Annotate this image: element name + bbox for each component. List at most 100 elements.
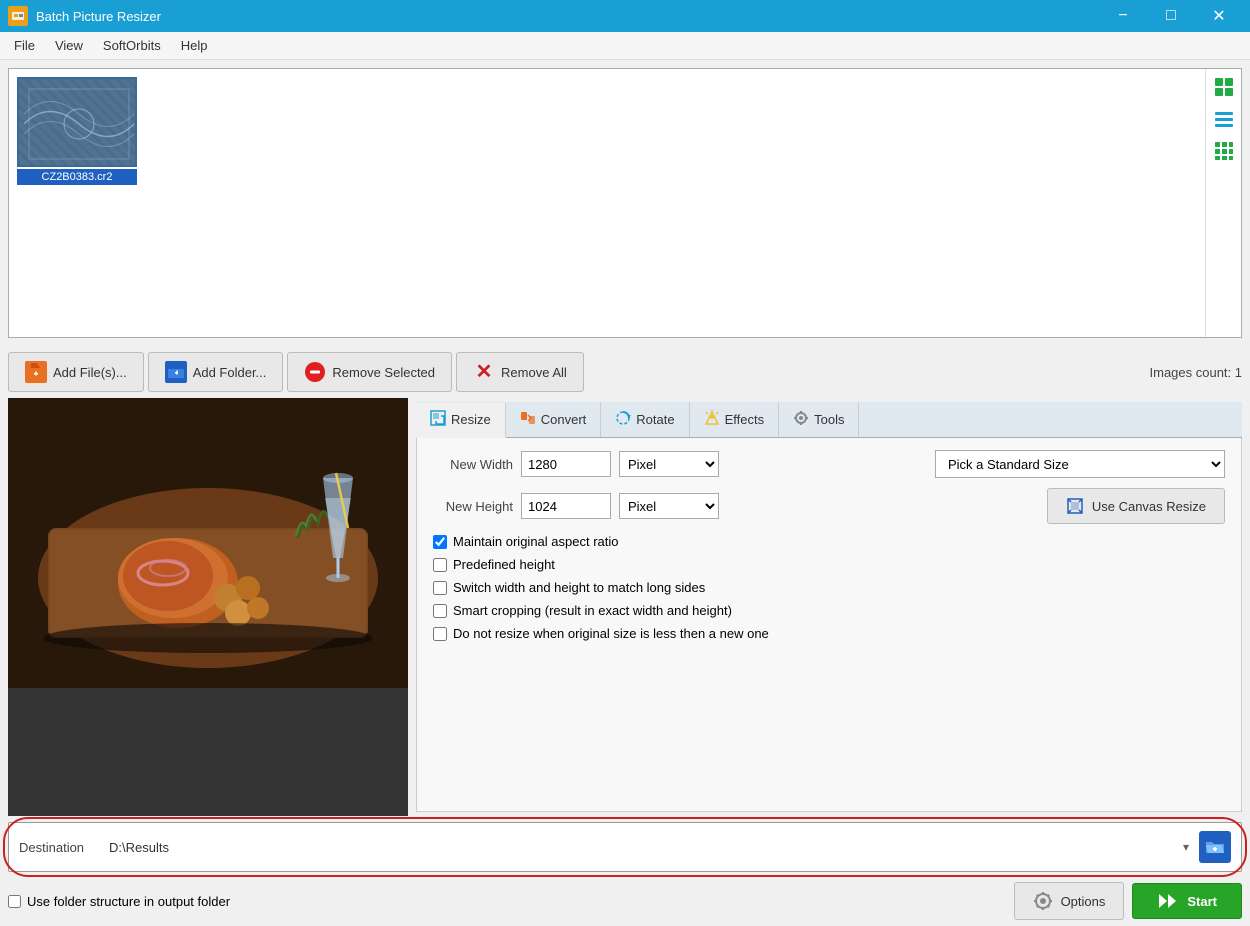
- remove-selected-label: Remove Selected: [332, 365, 435, 380]
- height-row: New Height Pixel Percent Inch Cm: [433, 488, 1225, 524]
- height-label: New Height: [433, 499, 513, 514]
- tab-rotate[interactable]: Rotate: [601, 402, 689, 437]
- destination-browse-button[interactable]: [1199, 831, 1231, 863]
- destination-bar: Destination ▾: [8, 822, 1242, 872]
- menu-softorbits[interactable]: SoftOrbits: [93, 34, 171, 57]
- list-item[interactable]: CZ2B0383.cr2: [17, 77, 137, 185]
- width-row: New Width Pixel Percent Inch Cm Pick a S…: [433, 450, 1225, 478]
- start-button[interactable]: Start: [1132, 883, 1242, 919]
- donot-resize-checkbox[interactable]: [433, 627, 447, 641]
- add-folder-button[interactable]: Add Folder...: [148, 352, 284, 392]
- close-button[interactable]: ✕: [1196, 0, 1242, 32]
- food-image: [8, 398, 408, 816]
- menu-view[interactable]: View: [45, 34, 93, 57]
- window-controls: − □ ✕: [1100, 0, 1242, 32]
- remove-all-label: Remove All: [501, 365, 567, 380]
- images-count: Images count: 1: [1150, 365, 1243, 380]
- use-folder-row: Use folder structure in output folder: [8, 894, 230, 909]
- form-panel: New Width Pixel Percent Inch Cm Pick a S…: [416, 438, 1242, 812]
- tab-effects[interactable]: Effects: [690, 402, 780, 437]
- file-thumbnail: [17, 77, 137, 167]
- minimize-button[interactable]: −: [1100, 0, 1146, 32]
- menu-help[interactable]: Help: [171, 34, 218, 57]
- add-files-icon: [25, 361, 47, 383]
- remove-selected-icon: [304, 361, 326, 383]
- height-input[interactable]: [521, 493, 611, 519]
- options-label: Options: [1061, 894, 1106, 909]
- tabs: Resize Convert: [416, 402, 1242, 438]
- add-files-label: Add File(s)...: [53, 365, 127, 380]
- remove-all-button[interactable]: ✕ Remove All: [456, 352, 584, 392]
- standard-size-select[interactable]: Pick a Standard Size: [935, 450, 1225, 478]
- effects-tab-icon: [704, 410, 720, 429]
- grid-view-button[interactable]: [1210, 137, 1238, 165]
- tools-tab-icon: [793, 410, 809, 429]
- maintain-aspect-label: Maintain original aspect ratio: [453, 534, 618, 549]
- tab-tools-label: Tools: [814, 412, 844, 427]
- title-bar: Batch Picture Resizer − □ ✕: [0, 0, 1250, 32]
- width-label: New Width: [433, 457, 513, 472]
- tab-tools[interactable]: Tools: [779, 402, 859, 437]
- app-title: Batch Picture Resizer: [36, 9, 1100, 24]
- start-label: Start: [1187, 894, 1217, 909]
- remove-all-icon: ✕: [473, 361, 495, 383]
- list-view-button[interactable]: [1210, 105, 1238, 133]
- add-files-button[interactable]: Add File(s)...: [8, 352, 144, 392]
- right-panel: Resize Convert: [408, 398, 1250, 816]
- bottom-area: Resize Convert: [0, 398, 1250, 816]
- use-folder-label: Use folder structure in output folder: [27, 894, 230, 909]
- donot-resize-row: Do not resize when original size is less…: [433, 626, 1225, 641]
- tab-convert-label: Convert: [541, 412, 587, 427]
- file-grid: CZ2B0383.cr2: [9, 69, 1205, 337]
- view-controls: [1205, 69, 1241, 337]
- predefined-height-label: Predefined height: [453, 557, 555, 572]
- options-button[interactable]: Options: [1014, 882, 1125, 920]
- folder-open-icon: [1205, 839, 1225, 855]
- rotate-tab-icon: [615, 410, 631, 429]
- start-icon: [1157, 892, 1179, 910]
- add-folder-label: Add Folder...: [193, 365, 267, 380]
- maintain-aspect-checkbox[interactable]: [433, 535, 447, 549]
- file-list-panel: CZ2B0383.cr2: [8, 68, 1242, 338]
- switch-sides-checkbox[interactable]: [433, 581, 447, 595]
- smart-cropping-label: Smart cropping (result in exact width an…: [453, 603, 732, 618]
- destination-label: Destination: [19, 840, 99, 855]
- canvas-resize-label: Use Canvas Resize: [1092, 499, 1206, 514]
- bottom-controls: Use folder structure in output folder Op…: [0, 876, 1250, 926]
- canvas-resize-button[interactable]: Use Canvas Resize: [1047, 488, 1225, 524]
- menu-file[interactable]: File: [4, 34, 45, 57]
- maximize-button[interactable]: □: [1148, 0, 1194, 32]
- main-content: CZ2B0383.cr2: [0, 60, 1250, 926]
- destination-dropdown-arrow[interactable]: ▾: [1183, 840, 1189, 854]
- donot-resize-label: Do not resize when original size is less…: [453, 626, 769, 641]
- remove-selected-button[interactable]: Remove Selected: [287, 352, 452, 392]
- add-folder-icon: [165, 361, 187, 383]
- toolbar: Add File(s)... Add Folder... Remove Se: [0, 346, 1250, 398]
- menu-bar: File View SoftOrbits Help: [0, 32, 1250, 60]
- tab-resize-label: Resize: [451, 412, 491, 427]
- tab-effects-label: Effects: [725, 412, 765, 427]
- gear-icon: [1033, 891, 1053, 911]
- resize-tab-icon: [430, 410, 446, 429]
- image-preview: [8, 398, 408, 816]
- large-icons-view-button[interactable]: [1210, 73, 1238, 101]
- width-input[interactable]: [521, 451, 611, 477]
- height-unit-select[interactable]: Pixel Percent Inch Cm: [619, 493, 719, 519]
- maintain-aspect-row: Maintain original aspect ratio: [433, 534, 1225, 549]
- tab-resize[interactable]: Resize: [416, 403, 506, 438]
- tab-rotate-label: Rotate: [636, 412, 674, 427]
- tab-convert[interactable]: Convert: [506, 402, 602, 437]
- convert-tab-icon: [520, 410, 536, 429]
- canvas-resize-icon: [1066, 497, 1084, 515]
- use-folder-checkbox[interactable]: [8, 895, 21, 908]
- switch-sides-label: Switch width and height to match long si…: [453, 580, 705, 595]
- predefined-height-checkbox[interactable]: [433, 558, 447, 572]
- predefined-height-row: Predefined height: [433, 557, 1225, 572]
- width-unit-select[interactable]: Pixel Percent Inch Cm: [619, 451, 719, 477]
- app-icon: [8, 6, 28, 26]
- file-name-label: CZ2B0383.cr2: [17, 169, 137, 185]
- smart-cropping-checkbox[interactable]: [433, 604, 447, 618]
- smart-cropping-row: Smart cropping (result in exact width an…: [433, 603, 1225, 618]
- switch-sides-row: Switch width and height to match long si…: [433, 580, 1225, 595]
- destination-input[interactable]: [109, 840, 1173, 855]
